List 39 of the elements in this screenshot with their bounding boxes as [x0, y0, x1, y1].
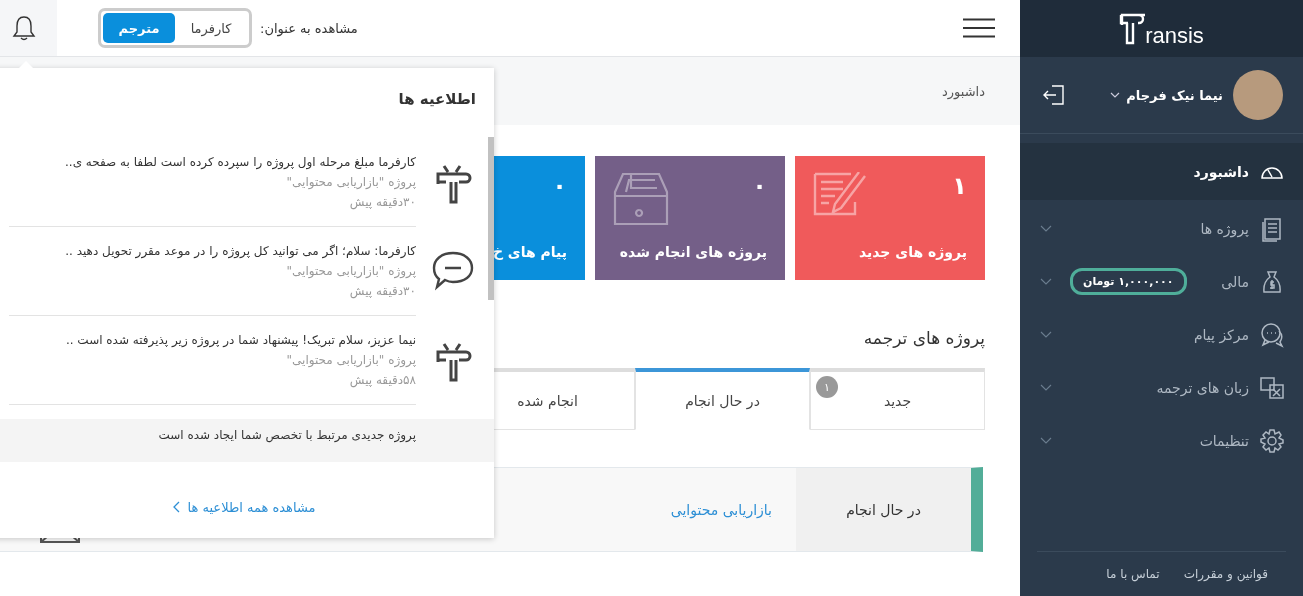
status-cell: در حال انجام: [796, 468, 971, 551]
nav-item[interactable]: پروژه ها: [1020, 202, 1303, 255]
stat-label: پروژه های انجام شده: [618, 244, 767, 260]
breadcrumb: داشبورد: [942, 83, 985, 99]
timestamp: ۵۸دقیقه پیش: [348, 372, 416, 390]
role-option[interactable]: مترجم: [103, 13, 175, 43]
logo-text: ransis: [1145, 24, 1204, 47]
notification-text: پروژه جدیدی مرتبط با تخصص شما ایجاد شده است: [157, 427, 416, 445]
nav-item[interactable]: مالی ۱,۰۰۰,۰۰۰ تومان: [1020, 255, 1303, 308]
stat-value: ۰: [552, 172, 567, 200]
section-title: پروژه های ترجمه: [863, 328, 985, 348]
nav-item[interactable]: داشبورد: [1020, 143, 1303, 200]
panel-title: اطلاعیه ها: [397, 90, 476, 108]
notification-text: کارفرما: سلام؛ اگر می توانید کل پروژه را در موعد مقرر تحویل دهید ..: [64, 243, 416, 261]
view-all-link[interactable]: مشاهده همه اطلاعیه ها: [0, 476, 494, 538]
stat-value: ۰: [752, 172, 767, 200]
balance-badge: ۱,۰۰۰,۰۰۰ تومان: [1070, 268, 1187, 295]
stat-value: ۱: [952, 172, 967, 200]
count-badge: ۱: [816, 376, 838, 398]
stat-label: پروژه های جدید: [857, 244, 967, 260]
notification-item[interactable]: کارفرما مبلغ مرحله اول پروژه را سپرده کرده است لطفا به صفحه ی.. پروژه "بازاریابی محتوایی" ۳۰دقیقه پیش: [0, 152, 494, 241]
notification-text: نیما عزیز، سلام تبریک! پیشنهاد شما در پروژه زیر پذیرفته شده است ..: [64, 332, 416, 350]
footer-link[interactable]: قوانین و مقررات: [1183, 567, 1268, 581]
nav-item[interactable]: مرکز پیام: [1020, 308, 1303, 361]
nav-item[interactable]: زبان های ترجمه: [1020, 361, 1303, 414]
notification-text: کارفرما مبلغ مرحله اول پروژه را سپرده کرده است لطفا به صفحه ی..: [64, 154, 416, 172]
tab[interactable]: در حال انجام: [635, 368, 810, 430]
footer-link[interactable]: تماس با ما: [1106, 567, 1160, 581]
project-name: پروژه "بازاریابی محتوایی": [285, 174, 416, 192]
tab[interactable]: جدید ۱: [810, 368, 985, 430]
project-name: پروژه "بازاریابی محتوایی": [285, 352, 416, 370]
timestamp: ۳۰دقیقه پیش: [348, 283, 416, 301]
nav-item[interactable]: تنظیمات: [1020, 414, 1303, 467]
user-menu[interactable]: نیما نیک فرجام: [1110, 87, 1223, 103]
timestamp: ۳۰دقیقه پیش: [348, 194, 416, 212]
notification-item[interactable]: پروژه جدیدی مرتبط با تخصص شما ایجاد شده است: [0, 419, 494, 462]
view-as-label: مشاهده به عنوان:: [260, 20, 358, 36]
notification-item[interactable]: کارفرما: سلام؛ اگر می توانید کل پروژه را در موعد مقرر تحویل دهید .. پروژه "بازاریابی محتوایی" ۳۰دقیقه پیش: [0, 241, 494, 330]
project-name: پروژه "بازاریابی محتوایی": [285, 263, 416, 281]
